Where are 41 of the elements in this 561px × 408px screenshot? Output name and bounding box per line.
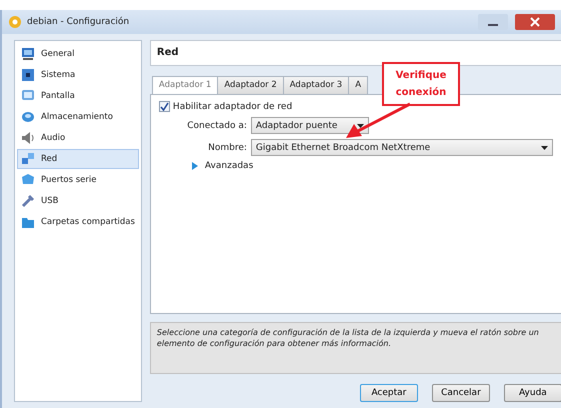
display-icon <box>21 89 35 103</box>
network-icon <box>21 152 35 166</box>
tab[interactable]: Adaptador 2 <box>217 76 284 94</box>
callout-box: Verifique conexión <box>382 62 460 106</box>
category-item[interactable]: Carpetas compartidas <box>17 212 139 232</box>
tab[interactable]: Adaptador 1 <box>152 76 218 94</box>
description-text: Seleccione una categoría de configuración de la lista de la izquierda y mueva el ratón sobre un elemento de configuración para obtener más información. <box>150 322 561 374</box>
category-item[interactable]: Pantalla <box>17 86 139 106</box>
expander[interactable]: Avanzadas <box>158 161 553 171</box>
dialog-button[interactable]: Aceptar <box>360 384 418 402</box>
checkbox-label: Habilitar adaptador de red <box>172 102 292 112</box>
field-label: Nombre: <box>207 142 247 152</box>
category-item[interactable]: Sistema <box>17 65 139 85</box>
window-title: debian - Configuración <box>27 17 130 27</box>
dropdown[interactable]: Gigabit Ethernet Broadcom NetXtreme <box>250 139 553 156</box>
speaker-icon <box>21 131 35 145</box>
caret-icon <box>540 146 548 150</box>
category-item[interactable]: Puertos serie <box>17 170 139 190</box>
tab[interactable]: Adaptador 3 <box>282 76 350 94</box>
folder-icon <box>21 215 35 229</box>
plug-icon <box>21 194 35 208</box>
section-header: Red <box>150 40 561 66</box>
checkbox[interactable] <box>158 101 170 112</box>
caret-icon <box>356 124 364 128</box>
category-item[interactable]: Audio <box>17 128 139 148</box>
category-item[interactable]: USB <box>17 191 139 211</box>
app-icon <box>8 15 22 29</box>
dialog-button[interactable]: Ayuda <box>504 384 561 402</box>
tab[interactable]: A <box>348 76 368 94</box>
triangle-icon <box>190 162 198 170</box>
dialog-button[interactable]: Cancelar <box>432 384 490 402</box>
field-label: Conectado a: <box>186 120 247 130</box>
monitor-icon <box>21 47 35 61</box>
category-item[interactable]: General <box>17 44 139 64</box>
category-item[interactable]: Red <box>17 149 139 169</box>
port-icon <box>21 173 35 187</box>
dropdown[interactable]: Adaptador puente <box>250 117 369 134</box>
chip-icon <box>21 68 35 82</box>
category-item[interactable]: Almacenamiento <box>17 107 139 127</box>
close-icon <box>515 14 555 30</box>
disk-icon <box>21 110 35 124</box>
